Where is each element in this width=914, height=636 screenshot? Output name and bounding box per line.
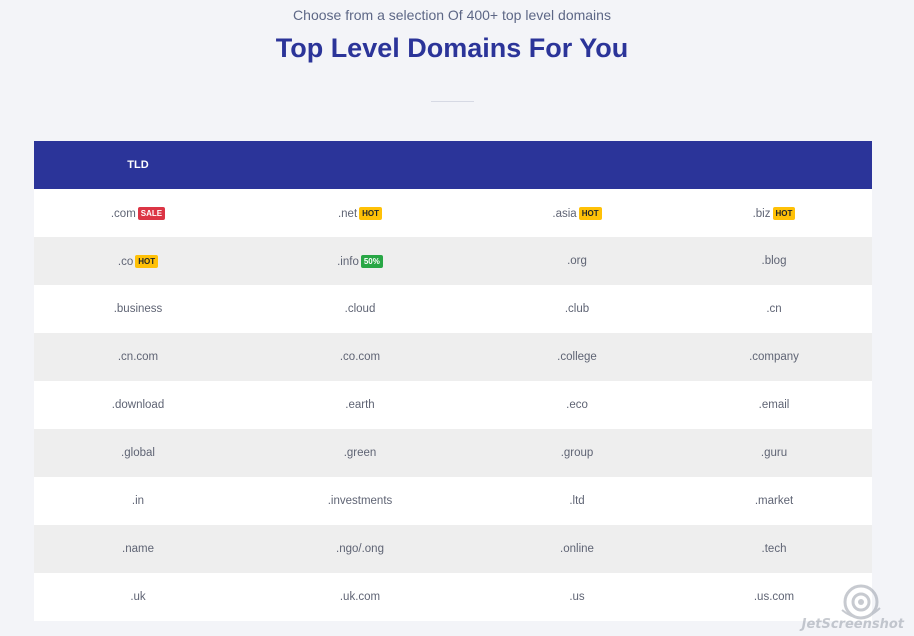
section-subtitle: Choose from a selection Of 400+ top leve… [293, 7, 611, 23]
hot-badge: HOT [135, 254, 159, 268]
tld-name: .college [557, 351, 597, 363]
tld-cell: .com SALE [34, 189, 242, 237]
empty-column-header [676, 141, 872, 189]
tld-name: .market [754, 495, 794, 507]
tld-name: .net [337, 207, 358, 220]
tld-cell: .blog [676, 237, 872, 285]
tld-cell: .email [676, 381, 872, 429]
tld-cell: .cn.com [34, 333, 242, 381]
table-row: .name .ngo/.ong .online .tech [34, 525, 872, 573]
sale-badge: SALE [137, 206, 166, 220]
tld-name: .uk [130, 591, 146, 603]
tld-cell: .college [478, 333, 676, 381]
table-row: .global .green .group .guru [34, 429, 872, 477]
tld-name: .uk.com [339, 591, 381, 603]
table-row: .com SALE .net HOT .asia HOT .biz HOT [34, 189, 872, 237]
tld-column-header: TLD [127, 159, 149, 171]
table-row: .in .investments .ltd .market [34, 477, 872, 525]
tld-cell: .group [478, 429, 676, 477]
tld-cell: .business [34, 285, 242, 333]
tld-cell: .investments [242, 477, 478, 525]
empty-column-header [242, 141, 478, 189]
table-header-row: TLD [34, 141, 872, 189]
tld-name: .ngo/.ong [336, 543, 384, 555]
tld-name: .online [560, 543, 594, 555]
tld-cell: .biz HOT [676, 189, 872, 237]
tld-cell: .global [34, 429, 242, 477]
pct-badge: 50% [360, 254, 383, 268]
tld-table: TLD .com SALE .net HOT .asia HOT .biz HOT .co HOT… [34, 141, 872, 621]
tld-name: .investments [327, 495, 393, 507]
section-title: Top Level Domains For You [275, 33, 629, 63]
tld-cell: .market [676, 477, 872, 525]
hot-badge: HOT [359, 206, 383, 220]
tld-name: .business [113, 303, 163, 315]
tld-cell: .co.com [242, 333, 478, 381]
tld-cell: .ngo/.ong [242, 525, 478, 573]
tld-name: .org [567, 255, 587, 267]
tld-cell: .net HOT [242, 189, 478, 237]
tld-name: .download [111, 399, 165, 411]
empty-column-header [478, 141, 676, 189]
tld-cell: .green [242, 429, 478, 477]
tld-cell: .earth [242, 381, 478, 429]
tld-name: .in [131, 495, 145, 507]
tld-cell: .tech [676, 525, 872, 573]
tld-name: .biz [752, 207, 771, 220]
table-row: .co HOT .info 50% .org .blog [34, 237, 872, 285]
tld-name: .email [758, 399, 790, 411]
tld-cell: .cloud [242, 285, 478, 333]
watermark-text: JetScreenshot [801, 617, 904, 632]
tld-name: .asia [552, 207, 577, 220]
tld-name: .guru [760, 447, 788, 459]
tld-cell: .info 50% [242, 237, 478, 285]
tld-name: .co.com [339, 351, 381, 363]
tld-cell: .co HOT [34, 237, 242, 285]
tld-name: .us.com [753, 591, 795, 603]
tld-cell: .cn [676, 285, 872, 333]
tld-cell: .uk.com [242, 573, 478, 621]
watermark: JetScreenshot [800, 582, 910, 632]
tld-name: .com [110, 207, 136, 220]
camera-swirl-icon [841, 584, 881, 620]
tld-name: .global [121, 447, 155, 459]
tld-name: .name [122, 543, 154, 555]
table-row: .uk .uk.com .us .us.com [34, 573, 872, 621]
tld-name: .cloud [344, 303, 376, 315]
tld-name: .cn [766, 303, 782, 315]
tld-name: .ltd [569, 495, 585, 507]
title-divider [431, 101, 474, 102]
tld-cell: .org [478, 237, 676, 285]
table-row: .download .earth .eco .email [34, 381, 872, 429]
tld-cell: .club [478, 285, 676, 333]
tld-cell: .guru [676, 429, 872, 477]
tld-cell: .online [478, 525, 676, 573]
tld-cell: .uk [34, 573, 242, 621]
tld-cell: .us [478, 573, 676, 621]
tld-name: .green [343, 447, 377, 459]
tld-cell: .asia HOT [478, 189, 676, 237]
tld-cell: .ltd [478, 477, 676, 525]
table-row: .business .cloud .club .cn [34, 285, 872, 333]
tld-name: .co [117, 255, 134, 268]
hot-badge: HOT [772, 206, 796, 220]
tld-cell: .download [34, 381, 242, 429]
hot-badge: HOT [578, 206, 602, 220]
tld-cell: .eco [478, 381, 676, 429]
tld-name: .eco [566, 399, 588, 411]
tld-name: .company [749, 351, 799, 363]
tld-name: .tech [761, 543, 787, 555]
tld-name: .earth [345, 399, 375, 411]
tld-name: .cn.com [117, 351, 159, 363]
tld-cell: .company [676, 333, 872, 381]
tld-cell: .name [34, 525, 242, 573]
table-row: .cn.com .co.com .college .company [34, 333, 872, 381]
tld-name: .info [337, 255, 359, 268]
tld-name: .us [569, 591, 585, 603]
tld-cell: .in [34, 477, 242, 525]
tld-name: .club [564, 303, 590, 315]
tld-name: .group [560, 447, 594, 459]
tld-name: .blog [761, 255, 787, 267]
tld-table-body: .com SALE .net HOT .asia HOT .biz HOT .co HOT .inf… [34, 189, 872, 621]
